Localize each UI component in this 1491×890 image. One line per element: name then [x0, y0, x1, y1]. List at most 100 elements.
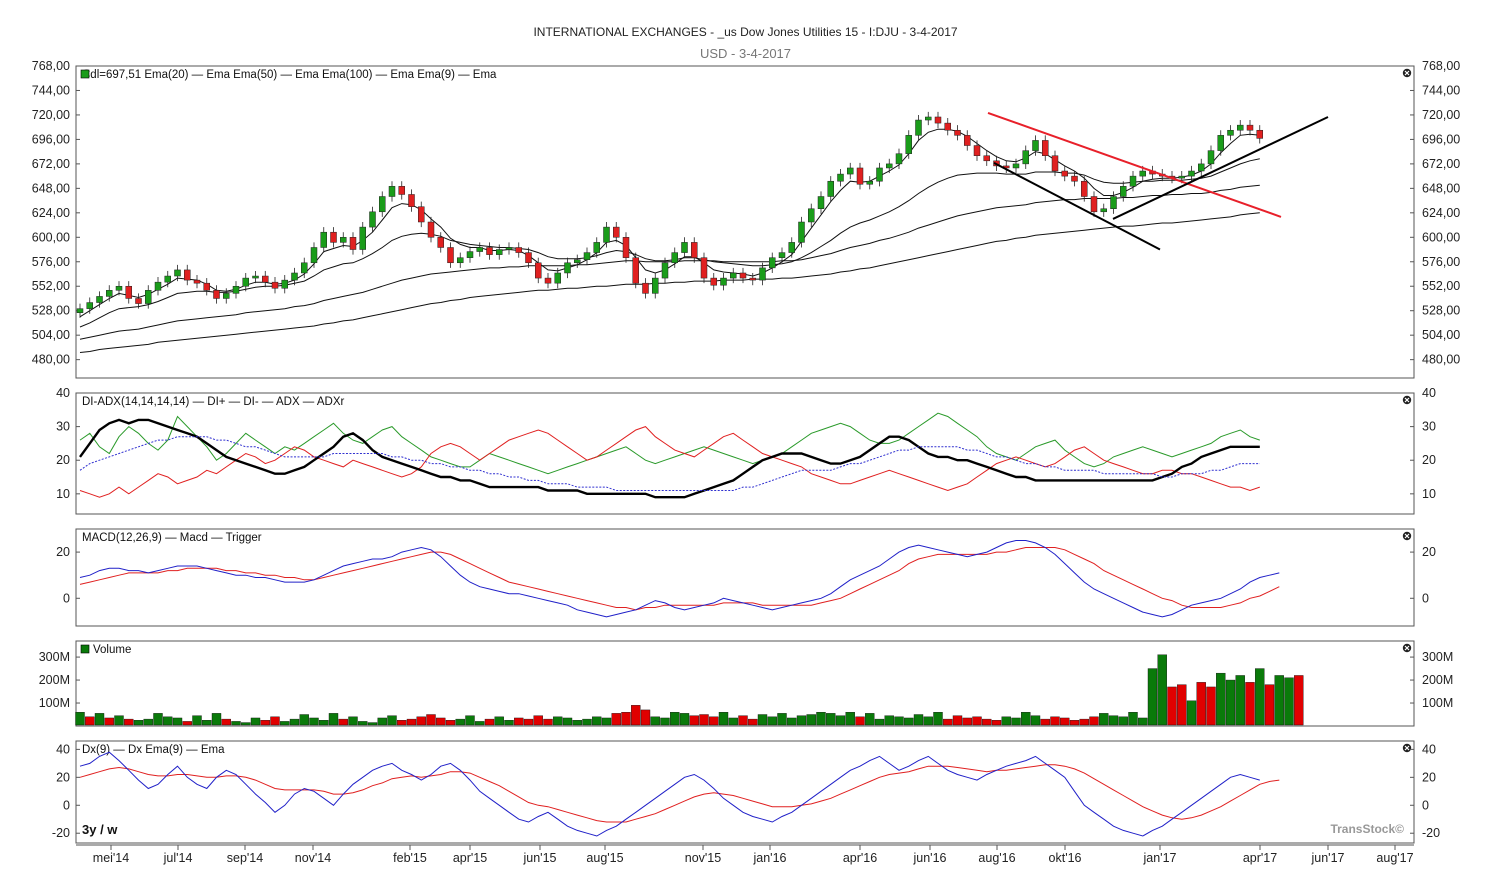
volume-bar: [397, 720, 407, 726]
price-tick-label-right: 576,00: [1422, 255, 1460, 269]
volume-bar: [1206, 686, 1216, 726]
volume-bar: [1167, 686, 1177, 726]
volume-bar: [514, 717, 524, 726]
volume-bar: [865, 713, 875, 726]
volume-bar: [94, 713, 105, 726]
volume-bar: [679, 713, 690, 726]
candle: [203, 282, 210, 291]
candle: [622, 237, 630, 258]
candle: [447, 247, 454, 264]
candle: [778, 252, 786, 258]
adx-tick-label-left: 40: [56, 386, 70, 400]
adx-tick-label-right: 30: [1422, 420, 1436, 434]
candle: [388, 186, 396, 197]
volume-bar: [796, 715, 807, 726]
volume-bar: [787, 717, 797, 726]
candle: [1237, 124, 1244, 131]
candle: [944, 122, 951, 131]
volume-bar: [1255, 668, 1265, 726]
price-panel-frame: [75, 65, 1415, 379]
candle: [1207, 150, 1215, 165]
volume-tick-label-left: 300M: [39, 650, 70, 664]
volume-bar: [1108, 715, 1119, 726]
volume-bar: [280, 721, 290, 726]
candle: [1090, 196, 1098, 213]
dx-tick-label-right: -20: [1422, 826, 1440, 840]
volume-legend: Volume: [93, 644, 131, 656]
x-tick-label: jun'15: [523, 851, 557, 865]
candle: [1051, 155, 1059, 172]
candle: [1071, 175, 1078, 182]
candle: [164, 275, 171, 283]
dx-tick-label-left: 40: [56, 742, 70, 756]
volume-bar: [826, 713, 836, 726]
candle: [544, 277, 552, 284]
volume-bar: [855, 716, 865, 726]
candle: [964, 135, 971, 146]
volume-bar: [572, 720, 582, 726]
candle: [86, 302, 93, 309]
volume-bar: [260, 720, 270, 726]
volume-bar: [962, 717, 972, 726]
volume-bar: [377, 717, 387, 726]
volume-bar: [1225, 679, 1236, 726]
x-tick-label: apr'15: [453, 851, 487, 865]
volume-bar: [1196, 682, 1206, 726]
x-tick-label: jun'17: [1311, 851, 1345, 865]
candle: [593, 242, 600, 253]
volume-bar: [611, 713, 621, 726]
volume-tick-label-right: 100M: [1422, 696, 1453, 710]
candle: [1139, 170, 1146, 177]
adx-tick-label-left: 30: [56, 420, 70, 434]
price-tick-label-right: 696,00: [1422, 132, 1460, 146]
x-tick-label: nov'15: [685, 851, 721, 865]
candle: [1061, 170, 1068, 177]
volume-tick-label-left: 100M: [39, 696, 70, 710]
macd-tick-label-left: 0: [63, 591, 70, 605]
volume-bar: [504, 720, 514, 726]
chart-stage: INTERNATIONAL EXCHANGES - _us Dow Jones …: [0, 0, 1491, 890]
volume-bar: [475, 721, 485, 726]
volume-bar: [75, 712, 85, 726]
candle: [76, 308, 84, 313]
volume-bar: [777, 713, 787, 726]
candle: [1120, 186, 1127, 197]
candle: [905, 135, 912, 154]
adx-tick-label-left: 10: [56, 487, 70, 501]
volume-bar: [991, 720, 1002, 726]
volume-bar: [231, 721, 241, 726]
volume-bar: [1147, 668, 1158, 726]
candle: [515, 247, 522, 253]
dx-tick-label-left: 0: [63, 798, 70, 812]
candle: [437, 237, 444, 248]
candle: [700, 257, 708, 279]
price-tick-label-left: 624,00: [32, 206, 70, 220]
candle: [788, 242, 795, 253]
price-tick-label-left: 480,00: [32, 353, 70, 367]
adx-tick-label-right: 40: [1422, 386, 1436, 400]
volume-bar: [348, 716, 358, 726]
price-tick-label-left: 648,00: [32, 181, 70, 195]
candle: [730, 272, 737, 279]
macd-tick-label-left: 20: [56, 545, 70, 559]
volume-bar: [1030, 715, 1041, 726]
volume-bar: [904, 717, 914, 726]
dx-tick-label-left: 20: [56, 770, 70, 784]
price-tick-label-right: 768,00: [1422, 59, 1460, 73]
volume-bar: [562, 717, 573, 726]
macd-panel-frame: [75, 528, 1415, 627]
volume-bar: [972, 716, 982, 726]
volume-bar: [192, 715, 202, 726]
price-tick-label-left: 744,00: [32, 83, 70, 97]
x-axis: mei'14 jul'14 sep'14 nov'14 feb'15 apr'15 jun'…: [76, 844, 1414, 865]
volume-bar: [894, 716, 904, 726]
price-panel: 768,00 768,00 744,00 744,00 720,00 720,00 696,…: [32, 59, 1460, 379]
volume-bar: [1040, 718, 1050, 726]
candle: [145, 290, 152, 304]
volume-bar: [133, 720, 144, 726]
x-tick-label: jan'17: [1143, 851, 1177, 865]
candle: [262, 275, 269, 283]
candle: [115, 285, 123, 291]
candle: [320, 231, 327, 248]
volume-bar: [523, 718, 534, 726]
